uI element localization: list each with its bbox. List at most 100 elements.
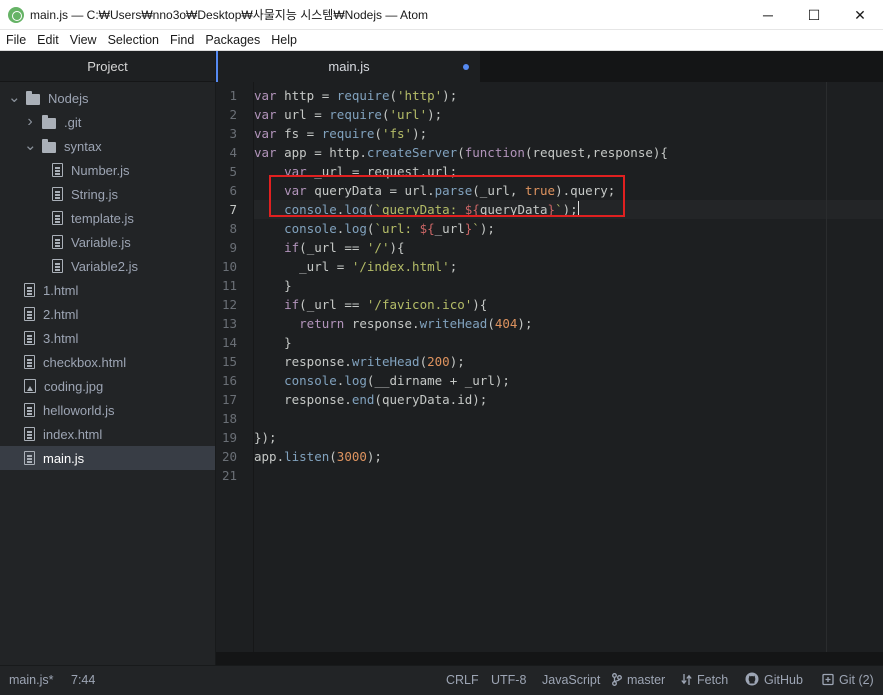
line-number[interactable]: 8 xyxy=(216,219,237,238)
code-line[interactable]: } xyxy=(254,333,883,352)
file-text-icon xyxy=(52,187,63,201)
status-cursor-position[interactable]: 7:44 xyxy=(71,666,95,695)
chevron-down-icon[interactable]: ⌄ xyxy=(24,138,37,153)
code-token: app. xyxy=(254,449,285,464)
menu-packages[interactable]: Packages xyxy=(199,33,265,47)
status-git[interactable]: Git (2) xyxy=(822,666,874,695)
code-line[interactable]: if(_url == '/'){ xyxy=(254,238,883,257)
tree-view-title[interactable]: Project xyxy=(0,51,215,82)
code-token: ){ xyxy=(472,297,488,312)
code-line[interactable]: } xyxy=(254,276,883,295)
menu-edit[interactable]: Edit xyxy=(31,33,64,47)
maximize-button[interactable]: ☐ xyxy=(791,0,837,30)
line-number[interactable]: 11 xyxy=(216,276,237,295)
menu-find[interactable]: Find xyxy=(164,33,199,47)
line-number[interactable]: 5 xyxy=(216,162,237,181)
code-line[interactable]: console.log(`queryData: ${queryData}`); xyxy=(254,200,883,219)
line-number[interactable]: 14 xyxy=(216,333,237,352)
status-file-name[interactable]: main.js* xyxy=(9,666,53,695)
menu-help[interactable]: Help xyxy=(265,33,302,47)
code-line[interactable]: response.end(queryData.id); xyxy=(254,390,883,409)
code-line[interactable]: var url = require('url'); xyxy=(254,105,883,124)
line-number[interactable]: 20 xyxy=(216,447,237,466)
tree-item-variable-js[interactable]: Variable.js xyxy=(0,230,215,254)
line-number[interactable]: 3 xyxy=(216,124,237,143)
code-line[interactable]: if(_url == '/favicon.ico'){ xyxy=(254,295,883,314)
code-line[interactable]: app.listen(3000); xyxy=(254,447,883,466)
code-line[interactable]: return response.writeHead(404); xyxy=(254,314,883,333)
tree-item-3-html[interactable]: 3.html xyxy=(0,326,215,350)
chevron-down-icon[interactable]: ⌄ xyxy=(8,90,21,105)
code-token: queryData xyxy=(479,202,548,217)
status-encoding[interactable]: UTF-8 xyxy=(491,666,526,695)
code-line[interactable]: _url = '/index.html'; xyxy=(254,257,883,276)
line-number[interactable]: 4 xyxy=(216,143,237,162)
tree-item-label: syntax xyxy=(64,138,102,154)
code-line[interactable]: console.log(__dirname + _url); xyxy=(254,371,883,390)
line-number[interactable]: 7 xyxy=(216,200,237,219)
line-number[interactable]: 16 xyxy=(216,371,237,390)
code-line[interactable]: var fs = require('fs'); xyxy=(254,124,883,143)
code-line[interactable]: var _url = request.url; xyxy=(254,162,883,181)
line-number[interactable]: 2 xyxy=(216,105,237,124)
code-line[interactable] xyxy=(254,409,883,428)
code-line[interactable]: response.writeHead(200); xyxy=(254,352,883,371)
code-token: ); xyxy=(479,221,495,236)
code-token: fs = xyxy=(276,126,322,141)
tree-item-syntax[interactable]: ⌄ syntax xyxy=(0,134,215,158)
menu-file[interactable]: File xyxy=(0,33,31,47)
menu-selection[interactable]: Selection xyxy=(102,33,164,47)
line-number[interactable]: 1 xyxy=(216,86,237,105)
tree-item-checkbox-html[interactable]: checkbox.html xyxy=(0,350,215,374)
wrap-guide xyxy=(826,82,827,652)
status-line-ending[interactable]: CRLF xyxy=(446,666,479,695)
tree-item-number-js[interactable]: Number.js xyxy=(0,158,215,182)
code-token: parse xyxy=(434,183,473,198)
tree-item-string-js[interactable]: String.js xyxy=(0,182,215,206)
code-token: require xyxy=(329,107,382,122)
tree-item-helloworld-js[interactable]: helloworld.js xyxy=(0,398,215,422)
code-line[interactable]: }); xyxy=(254,428,883,447)
status-branch[interactable]: master xyxy=(612,666,665,695)
menu-view[interactable]: View xyxy=(64,33,102,47)
tree-item-index-html[interactable]: index.html xyxy=(0,422,215,446)
tree-item-template-js[interactable]: template.js xyxy=(0,206,215,230)
code-line[interactable] xyxy=(254,466,883,485)
tree-item-2-html[interactable]: 2.html xyxy=(0,302,215,326)
line-number[interactable]: 9 xyxy=(216,238,237,257)
status-fetch[interactable]: Fetch xyxy=(681,666,728,695)
code-line[interactable]: var http = require('http'); xyxy=(254,86,883,105)
line-number[interactable]: 21 xyxy=(216,466,237,485)
tree-item-nodejs[interactable]: ⌄ Nodejs xyxy=(0,86,215,110)
status-grammar[interactable]: JavaScript xyxy=(542,666,600,695)
code-token: 3000 xyxy=(336,449,367,464)
tree-item-git[interactable]: › .git xyxy=(0,110,215,134)
code-editor[interactable]: var http = require('http'); var url = req… xyxy=(254,82,883,652)
code-line[interactable]: var queryData = url.parse(_url, true).qu… xyxy=(254,181,883,200)
tree-item-main-js[interactable]: main.js xyxy=(0,446,215,470)
close-button[interactable]: ✕ xyxy=(837,0,883,30)
minimize-button[interactable]: ─ xyxy=(745,0,791,30)
line-number[interactable]: 18 xyxy=(216,409,237,428)
code-line[interactable]: console.log(`url: ${_url}`); xyxy=(254,219,883,238)
line-number-gutter[interactable]: 1 2 3 4 5 6 7 8 9 10 11 12 13 14 15 16 17 18 19 20 21 xyxy=(216,82,254,652)
line-number[interactable]: 12 xyxy=(216,295,237,314)
line-number[interactable]: 17 xyxy=(216,390,237,409)
code-token: 'url' xyxy=(389,107,428,122)
line-number[interactable]: 15 xyxy=(216,352,237,371)
folder-icon xyxy=(42,114,56,129)
code-token: function xyxy=(464,145,525,160)
line-number[interactable]: 13 xyxy=(216,314,237,333)
tree-item-1-html[interactable]: 1.html xyxy=(0,278,215,302)
editor-horizontal-scroll-area[interactable] xyxy=(216,652,883,665)
line-number[interactable]: 10 xyxy=(216,257,237,276)
chevron-right-icon[interactable]: › xyxy=(24,113,36,131)
status-github[interactable]: GitHub xyxy=(745,666,803,695)
line-number[interactable]: 19 xyxy=(216,428,237,447)
tree-item-coding-jpg[interactable]: coding.jpg xyxy=(0,374,215,398)
tab-main-js[interactable]: main.js xyxy=(216,51,480,82)
code-line[interactable]: var app = http.createServer(function(req… xyxy=(254,143,883,162)
line-number[interactable]: 6 xyxy=(216,181,237,200)
modified-indicator-icon[interactable] xyxy=(463,64,469,70)
tree-item-variable2-js[interactable]: Variable2.js xyxy=(0,254,215,278)
